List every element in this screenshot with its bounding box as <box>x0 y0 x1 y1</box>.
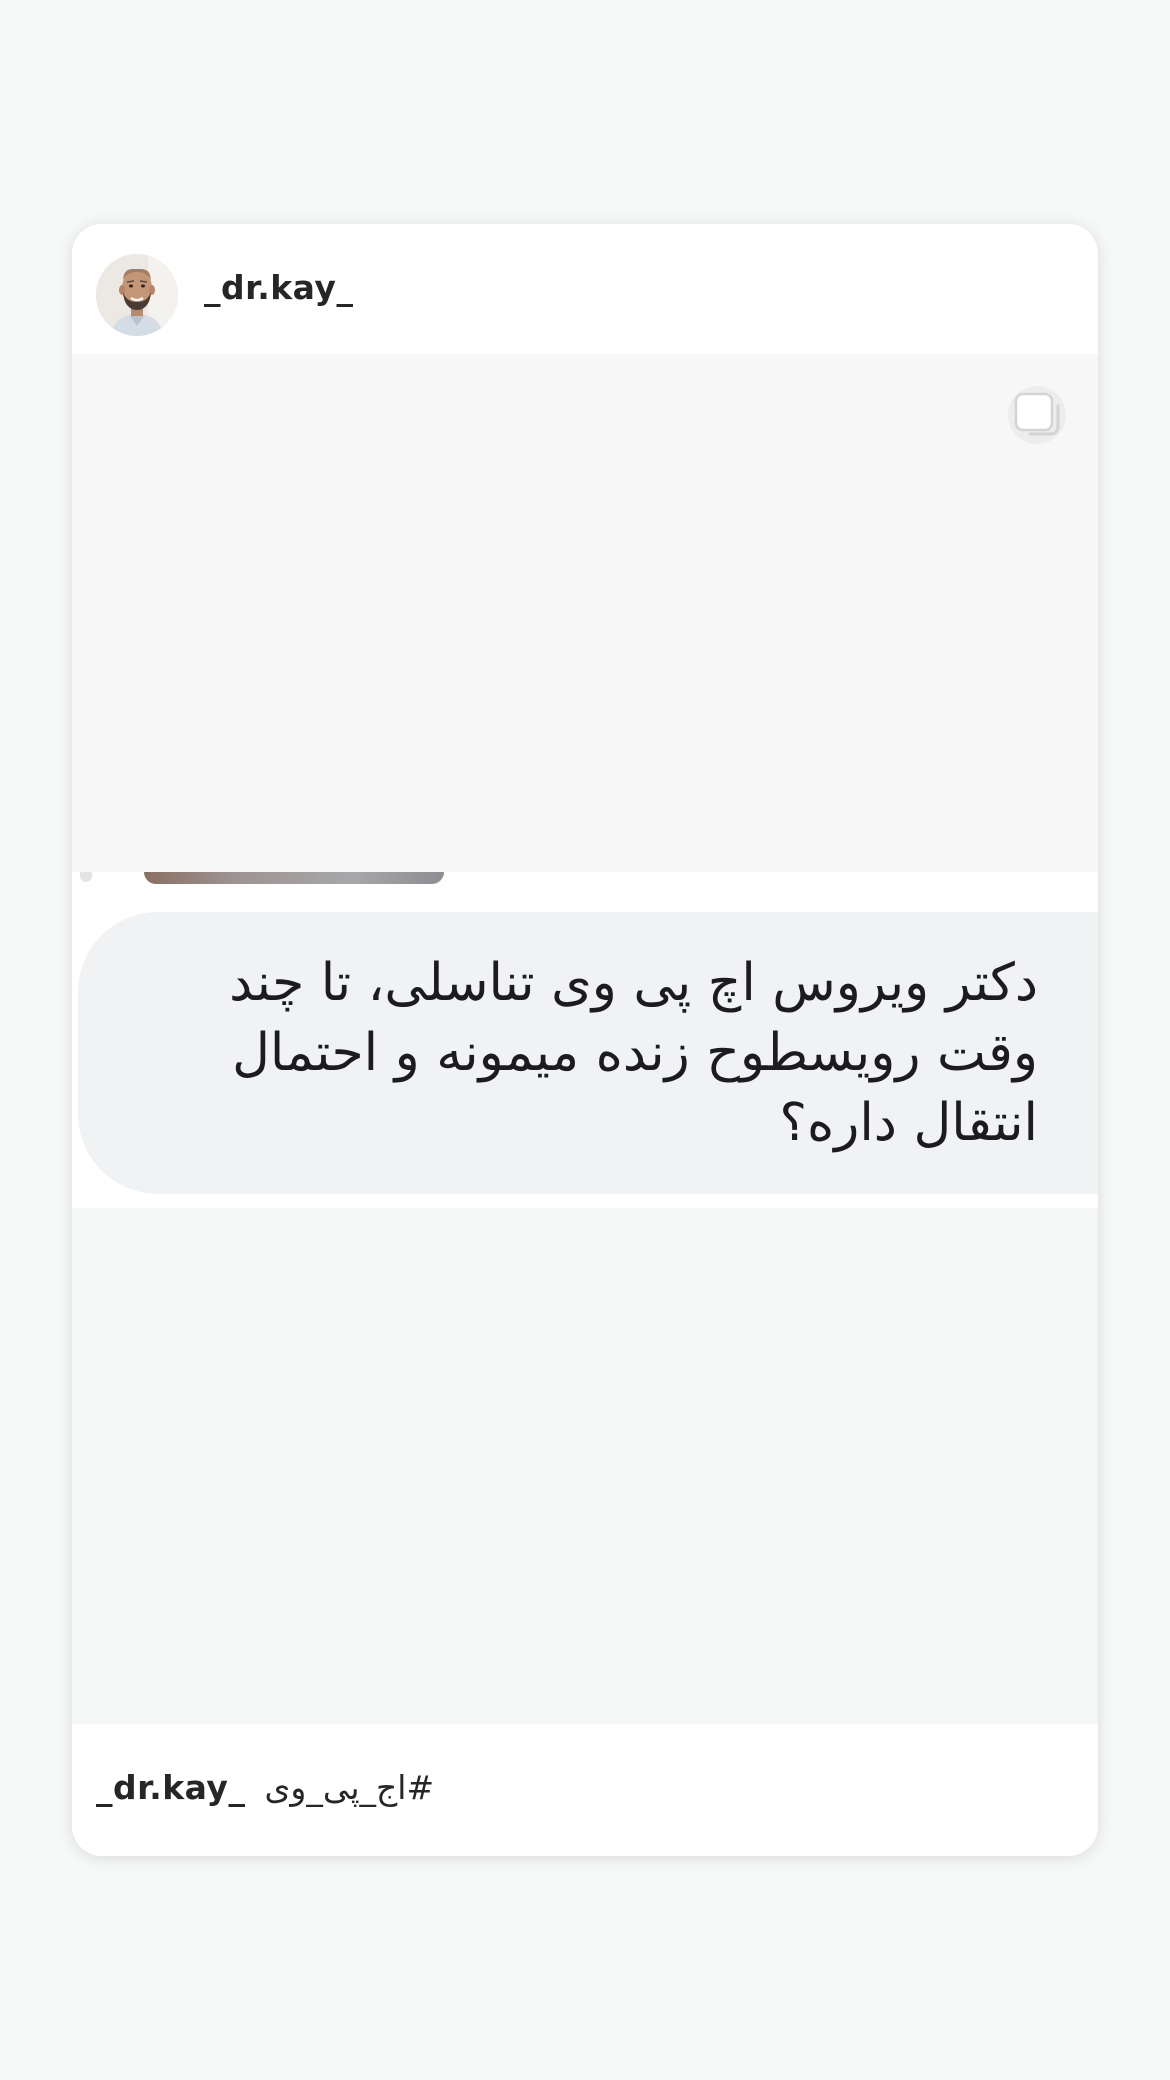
avatar-photo <box>96 254 178 336</box>
image-fragment <box>144 872 444 884</box>
post-media[interactable] <box>72 354 1098 872</box>
media-image-edge <box>72 872 1098 912</box>
post-card: _dr.kay_ دکتر ویروس اچ پی وی تناسلی، تا … <box>72 224 1098 1856</box>
carousel-indicator <box>80 872 92 882</box>
caption: _dr.kay_ #اج_پی_وی <box>96 1768 434 1807</box>
caption-username[interactable]: _dr.kay_ <box>96 1768 245 1807</box>
avatar[interactable] <box>96 254 178 336</box>
question-text: دکتر ویروس اچ پی وی تناسلی، تا چند وقت ر… <box>229 953 1038 1153</box>
caption-hashtag[interactable]: #اج_پی_وی <box>265 1768 435 1807</box>
question-bubble: دکتر ویروس اچ پی وی تناسلی، تا چند وقت ر… <box>78 912 1098 1194</box>
post-header: _dr.kay_ <box>72 224 1098 354</box>
post-footer: _dr.kay_ #اج_پی_وی <box>72 1724 1098 1856</box>
post-username[interactable]: _dr.kay_ <box>204 268 353 307</box>
post-media-lower[interactable] <box>72 1208 1098 1724</box>
multiple-images-icon <box>1006 384 1068 446</box>
